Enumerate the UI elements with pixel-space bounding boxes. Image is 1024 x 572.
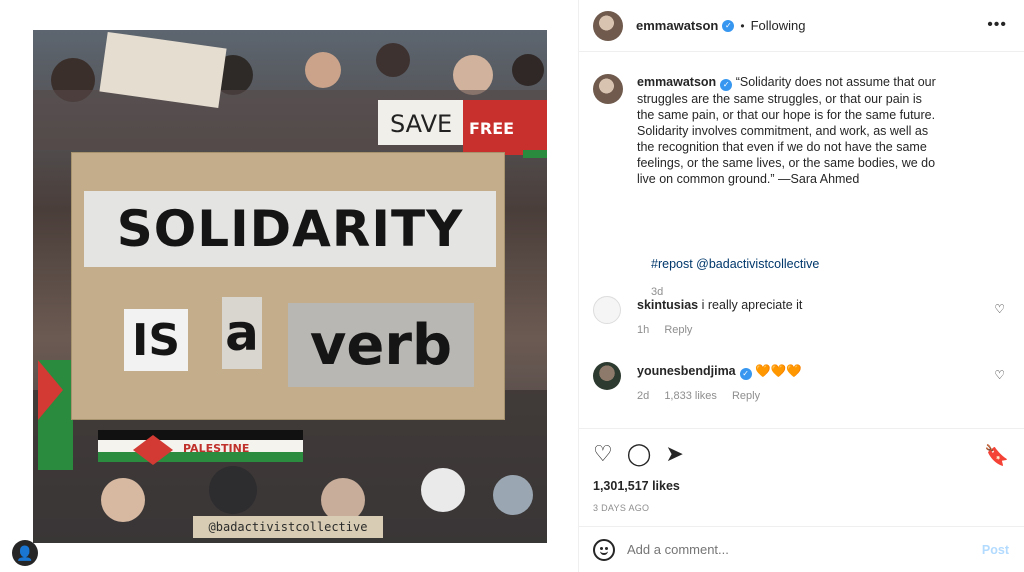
caption-text: emmawatson ✓ “Solidarity does not assume … xyxy=(637,74,937,187)
commenter-username[interactable]: younesbendjima xyxy=(637,364,736,378)
more-icon[interactable]: ••• xyxy=(987,16,1007,34)
comment-time: 1h xyxy=(637,324,650,336)
verified-icon: ✓ xyxy=(739,367,752,380)
reply-button[interactable]: Reply xyxy=(664,324,692,336)
likes-count[interactable]: 1,301,517 likes xyxy=(593,479,680,493)
comment-text: 🧡🧡🧡 xyxy=(755,364,802,378)
separator-dot: • xyxy=(740,18,745,33)
comment-text: i really apreciate it xyxy=(701,298,803,312)
heart-icon[interactable]: ♡ xyxy=(994,368,1005,382)
action-icons: ♡ ◯ ➤ xyxy=(593,441,684,467)
comment-likes[interactable]: 1,833 likes xyxy=(664,390,717,402)
instagram-post-modal: SAVE FREE PALESTINE SOLIDARITY IS a verb… xyxy=(0,0,1024,572)
post-date: 3 DAYS AGO xyxy=(593,503,650,513)
comments-section: emmawatson ✓ “Solidarity does not assume … xyxy=(579,52,1024,428)
user-icon[interactable]: 👤 xyxy=(12,540,38,566)
caption-username[interactable]: emmawatson xyxy=(637,75,716,89)
author-avatar[interactable] xyxy=(593,10,623,41)
image-watermark: @badactivistcollective xyxy=(193,516,383,538)
commenter-username[interactable]: skintusias xyxy=(637,298,698,312)
verified-icon: ✓ xyxy=(722,19,735,32)
sign-word-a: a xyxy=(222,297,262,369)
save-icon[interactable]: 🔖 xyxy=(984,443,1009,468)
svg-text:SAVE: SAVE xyxy=(390,110,452,138)
commenter-avatar[interactable] xyxy=(593,362,621,390)
commenter-avatar[interactable] xyxy=(593,296,621,324)
sign-word-solidarity: SOLIDARITY xyxy=(84,191,496,267)
caption-avatar[interactable] xyxy=(593,74,623,104)
caption-tags[interactable]: #repost @badactivistcollective xyxy=(651,257,819,271)
heart-icon[interactable]: ♡ xyxy=(593,441,613,467)
media-pane: SAVE FREE PALESTINE SOLIDARITY IS a verb… xyxy=(0,0,578,572)
post-actions: ♡ ◯ ➤ 🔖 1,301,517 likes 3 DAYS AGO xyxy=(579,428,1024,524)
comment-meta: 1h Reply xyxy=(637,324,704,336)
comment-body: younesbendjima ✓ 🧡🧡🧡 xyxy=(637,364,802,380)
comment-body: skintusias i really apreciate it xyxy=(637,298,802,312)
reply-button[interactable]: Reply xyxy=(732,390,760,402)
verified-icon: ✓ xyxy=(720,79,733,91)
comment-icon[interactable]: ◯ xyxy=(627,441,652,467)
caption-body: “Solidarity does not assume that our str… xyxy=(637,75,936,186)
add-comment-bar: Post xyxy=(579,526,1024,572)
comment-input[interactable] xyxy=(627,542,1024,557)
sign-word-is: IS xyxy=(124,309,188,371)
share-icon[interactable]: ➤ xyxy=(665,441,683,467)
comment-meta: 2d 1,833 likes Reply xyxy=(637,390,772,402)
caption-time: 3d xyxy=(651,286,664,298)
sign-word-verb: verb xyxy=(288,303,474,387)
heart-icon[interactable]: ♡ xyxy=(994,302,1005,316)
post-button[interactable]: Post xyxy=(982,543,1009,557)
author-username[interactable]: emmawatson xyxy=(636,18,718,33)
post-header: emmawatson ✓ • Following ••• xyxy=(579,0,1024,52)
post-image[interactable]: SAVE FREE PALESTINE SOLIDARITY IS a verb… xyxy=(33,30,547,543)
svg-text:PALESTINE: PALESTINE xyxy=(183,442,249,455)
following-button[interactable]: Following xyxy=(751,18,806,33)
comment-time: 2d xyxy=(637,390,650,402)
post-details-pane: emmawatson ✓ • Following ••• emmawatson ✓… xyxy=(578,0,1024,572)
emoji-icon[interactable] xyxy=(593,538,615,561)
svg-text:FREE: FREE xyxy=(469,119,514,138)
solidarity-sign: SOLIDARITY IS a verb xyxy=(71,152,505,420)
